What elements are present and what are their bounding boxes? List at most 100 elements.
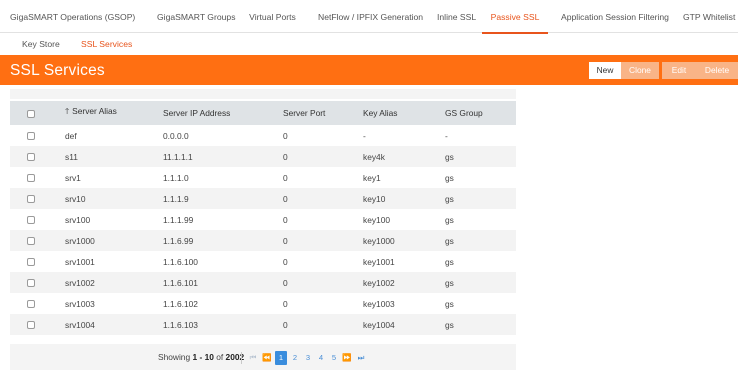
cell-server-port: 0	[278, 230, 358, 251]
cell-server-port: 0	[278, 125, 358, 146]
row-checkbox[interactable]	[27, 321, 35, 330]
cell-server-port: 0	[278, 188, 358, 209]
prev-page-icon[interactable]: ⏪	[261, 351, 273, 365]
table-row[interactable]: srv1004 1.1.6.103 0 key1004 gs	[10, 314, 516, 335]
pagination-bar: Showing 1 - 10 of 2002 ⏮ ⏪ 1 2 3 4 5 ⏩ ⏭	[10, 344, 516, 370]
table-row[interactable]: srv1000 1.1.6.99 0 key1000 gs	[10, 230, 516, 251]
cell-key-alias: key1003	[358, 293, 440, 314]
select-all-cell	[10, 101, 60, 125]
column-header-label: Server Alias	[72, 106, 117, 116]
page-header: SSL Services New Clone Edit Delete	[0, 55, 738, 85]
cell-server-alias: srv1002	[60, 272, 158, 293]
cell-gs-group: gs	[440, 293, 516, 314]
cell-key-alias: key1	[358, 167, 440, 188]
page-button-2[interactable]: 2	[289, 351, 301, 365]
cell-server-port: 0	[278, 314, 358, 335]
tab-gigasmart-operations[interactable]: GigaSMART Operations (GSOP)	[10, 0, 135, 33]
row-checkbox[interactable]	[27, 216, 35, 225]
sub-nav: Key Store SSL Services	[0, 33, 738, 55]
row-checkbox[interactable]	[27, 132, 35, 141]
column-header-key-alias[interactable]: Key Alias	[358, 101, 440, 125]
cell-server-port: 0	[278, 167, 358, 188]
ssl-services-table: 🡑 Server Alias Server IP Address Server P…	[10, 101, 516, 335]
page-button-5[interactable]: 5	[328, 351, 340, 365]
table-row[interactable]: s11 11.1.1.1 0 key4k gs	[10, 146, 516, 167]
table-row[interactable]: srv1 1.1.1.0 0 key1 gs	[10, 167, 516, 188]
table-row[interactable]: srv10 1.1.1.9 0 key10 gs	[10, 188, 516, 209]
subtab-ssl-services[interactable]: SSL Services	[81, 33, 132, 55]
first-page-icon[interactable]: ⏮	[247, 351, 259, 365]
page-button-1[interactable]: 1	[275, 351, 287, 365]
row-checkbox[interactable]	[27, 174, 35, 183]
last-page-icon[interactable]: ⏭	[355, 351, 367, 365]
tab-application-session-filtering[interactable]: Application Session Filtering	[561, 0, 669, 33]
column-header-server-port[interactable]: Server Port	[278, 101, 358, 125]
tab-inline-ssl[interactable]: Inline SSL	[437, 0, 476, 33]
cell-server-port: 0	[278, 293, 358, 314]
cell-gs-group: gs	[440, 314, 516, 335]
cell-server-ip: 1.1.6.103	[158, 314, 278, 335]
row-checkbox[interactable]	[27, 258, 35, 267]
showing-label: Showing	[158, 352, 191, 362]
row-select-cell	[10, 125, 60, 146]
tab-netflow-ipfix[interactable]: NetFlow / IPFIX Generation	[318, 0, 423, 33]
tab-passive-ssl[interactable]: Passive SSL	[482, 0, 548, 34]
row-checkbox[interactable]	[27, 300, 35, 309]
page-button-4[interactable]: 4	[315, 351, 327, 365]
page-button-3[interactable]: 3	[302, 351, 314, 365]
cell-server-ip: 1.1.6.100	[158, 251, 278, 272]
subtab-key-store[interactable]: Key Store	[22, 33, 60, 55]
tab-virtual-ports[interactable]: Virtual Ports	[248, 0, 297, 33]
table-row[interactable]: srv100 1.1.1.99 0 key100 gs	[10, 209, 516, 230]
column-header-server-ip[interactable]: Server IP Address	[158, 101, 278, 125]
page-title: SSL Services	[10, 62, 105, 79]
cell-key-alias: key1001	[358, 251, 440, 272]
row-checkbox[interactable]	[27, 195, 35, 204]
edit-button[interactable]: Edit	[662, 62, 696, 79]
cell-server-alias: srv1004	[60, 314, 158, 335]
tab-gigasmart-groups[interactable]: GigaSMART Groups	[157, 0, 236, 33]
delete-button[interactable]: Delete	[696, 62, 738, 79]
cell-gs-group: gs	[440, 230, 516, 251]
tab-gtp-whitelist[interactable]: GTP Whitelist	[683, 0, 735, 33]
row-select-cell	[10, 188, 60, 209]
row-select-cell	[10, 167, 60, 188]
table-row[interactable]: srv1003 1.1.6.102 0 key1003 gs	[10, 293, 516, 314]
cell-gs-group: -	[440, 125, 516, 146]
cell-server-ip: 1.1.1.0	[158, 167, 278, 188]
row-select-cell	[10, 146, 60, 167]
row-checkbox[interactable]	[27, 279, 35, 288]
column-header-gs-group[interactable]: GS Group	[440, 101, 516, 125]
row-checkbox[interactable]	[27, 153, 35, 162]
row-select-cell	[10, 314, 60, 335]
sort-ascending-icon: 🡑	[65, 107, 70, 116]
column-header-server-alias[interactable]: 🡑 Server Alias	[60, 101, 158, 125]
table-row[interactable]: srv1001 1.1.6.100 0 key1001 gs	[10, 251, 516, 272]
cell-server-port: 0	[278, 272, 358, 293]
table-row[interactable]: def 0.0.0.0 0 - -	[10, 125, 516, 146]
cell-server-ip: 1.1.6.101	[158, 272, 278, 293]
row-checkbox[interactable]	[27, 237, 35, 246]
cell-gs-group: gs	[440, 209, 516, 230]
new-button[interactable]: New	[589, 62, 621, 79]
table-row[interactable]: srv1002 1.1.6.101 0 key1002 gs	[10, 272, 516, 293]
cell-server-ip: 1.1.6.99	[158, 230, 278, 251]
cell-server-port: 0	[278, 146, 358, 167]
cell-key-alias: key1004	[358, 314, 440, 335]
cell-server-ip: 1.1.6.102	[158, 293, 278, 314]
next-page-icon[interactable]: ⏩	[341, 351, 353, 365]
top-nav: GigaSMART Operations (GSOP) GigaSMART Gr…	[0, 0, 738, 34]
row-select-cell	[10, 230, 60, 251]
select-all-checkbox[interactable]	[27, 109, 35, 118]
cell-server-alias: srv1003	[60, 293, 158, 314]
cell-server-ip: 1.1.1.99	[158, 209, 278, 230]
cell-gs-group: gs	[440, 146, 516, 167]
clone-button[interactable]: Clone	[621, 62, 659, 79]
cell-key-alias: key4k	[358, 146, 440, 167]
cell-gs-group: gs	[440, 167, 516, 188]
showing-range: 1 - 10	[192, 352, 214, 362]
cell-key-alias: -	[358, 125, 440, 146]
cell-gs-group: gs	[440, 272, 516, 293]
table-toolbar	[10, 89, 516, 99]
cell-key-alias: key100	[358, 209, 440, 230]
